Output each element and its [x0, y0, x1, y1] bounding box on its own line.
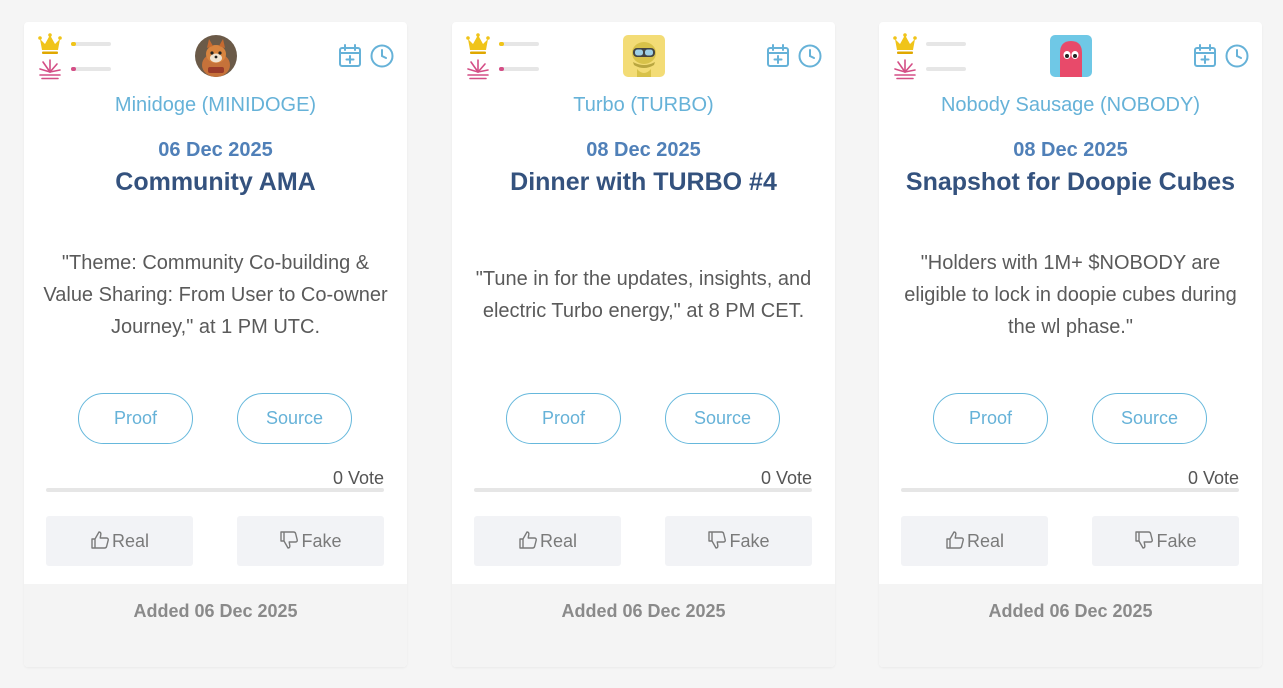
vote-fake-label: Fake: [1156, 531, 1197, 551]
proof-button[interactable]: Proof: [506, 393, 621, 444]
card-actions: [337, 43, 397, 69]
crown-icon: [38, 33, 62, 55]
coin-name-link[interactable]: Nobody Sausage (NOBODY): [879, 94, 1262, 117]
hot-rank-fill: [499, 67, 504, 71]
coin-name-link[interactable]: Turbo (TURBO): [452, 94, 835, 117]
hot-rank: [466, 58, 556, 80]
crown-rank-fill: [71, 42, 76, 46]
rank-indicators: [466, 33, 556, 81]
hot-rank-fill: [71, 67, 76, 71]
vote-count: 0 Vote: [332, 468, 384, 488]
vote-progress-bar: [901, 488, 1239, 492]
proof-button[interactable]: Proof: [933, 393, 1048, 444]
added-date: Added 06 Dec 2025: [988, 601, 1153, 621]
rank-indicators: [893, 33, 983, 81]
thumbs-down-icon: [707, 530, 727, 550]
sparkle-icon: [893, 58, 917, 80]
card-footer: Added 06 Dec 2025: [879, 584, 1262, 667]
event-description: "Theme: Community Co-building & Value Sh…: [43, 252, 388, 338]
crown-icon: [466, 33, 490, 55]
card-footer: Added 06 Dec 2025: [24, 584, 407, 667]
turbo-logo[interactable]: [622, 35, 665, 77]
crown-rank-bar: [499, 42, 539, 46]
event-card: Nobody Sausage (NOBODY) 08 Dec 2025 Snap…: [879, 22, 1262, 667]
calendar-plus-icon[interactable]: [337, 43, 363, 69]
vote-real-button[interactable]: Real: [46, 516, 193, 566]
added-date: Added 06 Dec 2025: [133, 601, 298, 621]
calendar-plus-icon[interactable]: [1192, 43, 1218, 69]
clock-icon[interactable]: [1224, 43, 1250, 69]
crown-rank-bar: [926, 42, 966, 46]
sparkle-icon: [466, 58, 490, 80]
vote-fake-button[interactable]: Fake: [237, 516, 384, 566]
vote-progress-bar: [474, 488, 812, 492]
vote-real-label: Real: [111, 531, 150, 551]
source-button[interactable]: Source: [665, 393, 780, 444]
crown-rank: [893, 33, 983, 55]
thumbs-up-icon: [945, 530, 965, 550]
hot-rank-bar: [926, 67, 966, 71]
event-title: Community AMA: [115, 168, 316, 196]
card-actions: [765, 43, 825, 69]
calendar-plus-icon[interactable]: [765, 43, 791, 69]
proof-button[interactable]: Proof: [78, 393, 193, 444]
clock-icon[interactable]: [369, 43, 395, 69]
vote-fake-label: Fake: [729, 531, 770, 551]
rank-indicators: [38, 33, 128, 81]
hot-rank-bar: [499, 67, 539, 71]
event-description: "Holders with 1M+ $NOBODY are eligible t…: [904, 252, 1237, 338]
hot-rank: [893, 58, 983, 80]
vote-real-button[interactable]: Real: [901, 516, 1048, 566]
event-description: "Tune in for the updates, insights, and …: [475, 268, 812, 322]
vote-count: 0 Vote: [1187, 468, 1239, 488]
coin-name-link[interactable]: Minidoge (MINIDOGE): [24, 94, 407, 117]
event-date: 08 Dec 2025: [586, 139, 701, 161]
card-footer: Added 06 Dec 2025: [452, 584, 835, 667]
hot-rank-bar: [71, 67, 111, 71]
event-card: Turbo (TURBO) 08 Dec 2025 Dinner with TU…: [452, 22, 835, 667]
minidoge-logo[interactable]: [194, 35, 237, 77]
event-date: 08 Dec 2025: [1013, 139, 1128, 161]
event-date: 06 Dec 2025: [158, 139, 273, 161]
event-card: Minidoge (MINIDOGE) 06 Dec 2025 Communit…: [24, 22, 407, 667]
source-button[interactable]: Source: [237, 393, 352, 444]
vote-fake-button[interactable]: Fake: [1092, 516, 1239, 566]
source-button[interactable]: Source: [1092, 393, 1207, 444]
thumbs-down-icon: [1134, 530, 1154, 550]
crown-icon: [893, 33, 917, 55]
crown-rank: [38, 33, 128, 55]
thumbs-down-icon: [279, 530, 299, 550]
card-actions: [1192, 43, 1252, 69]
added-date: Added 06 Dec 2025: [561, 601, 726, 621]
event-title: Dinner with TURBO #4: [510, 168, 777, 196]
thumbs-up-icon: [518, 530, 538, 550]
hot-rank: [38, 58, 128, 80]
vote-real-label: Real: [966, 531, 1005, 551]
thumbs-up-icon: [90, 530, 110, 550]
vote-real-label: Real: [539, 531, 578, 551]
vote-fake-label: Fake: [301, 531, 342, 551]
sparkle-icon: [38, 58, 62, 80]
crown-rank-fill: [499, 42, 504, 46]
clock-icon[interactable]: [797, 43, 823, 69]
vote-fake-button[interactable]: Fake: [665, 516, 812, 566]
event-title: Snapshot for Doopie Cubes: [905, 168, 1236, 196]
vote-count: 0 Vote: [760, 468, 812, 488]
crown-rank: [466, 33, 556, 55]
crown-rank-bar: [71, 42, 111, 46]
nobody-sausage-logo[interactable]: [1049, 35, 1092, 77]
vote-real-button[interactable]: Real: [474, 516, 621, 566]
vote-progress-bar: [46, 488, 384, 492]
